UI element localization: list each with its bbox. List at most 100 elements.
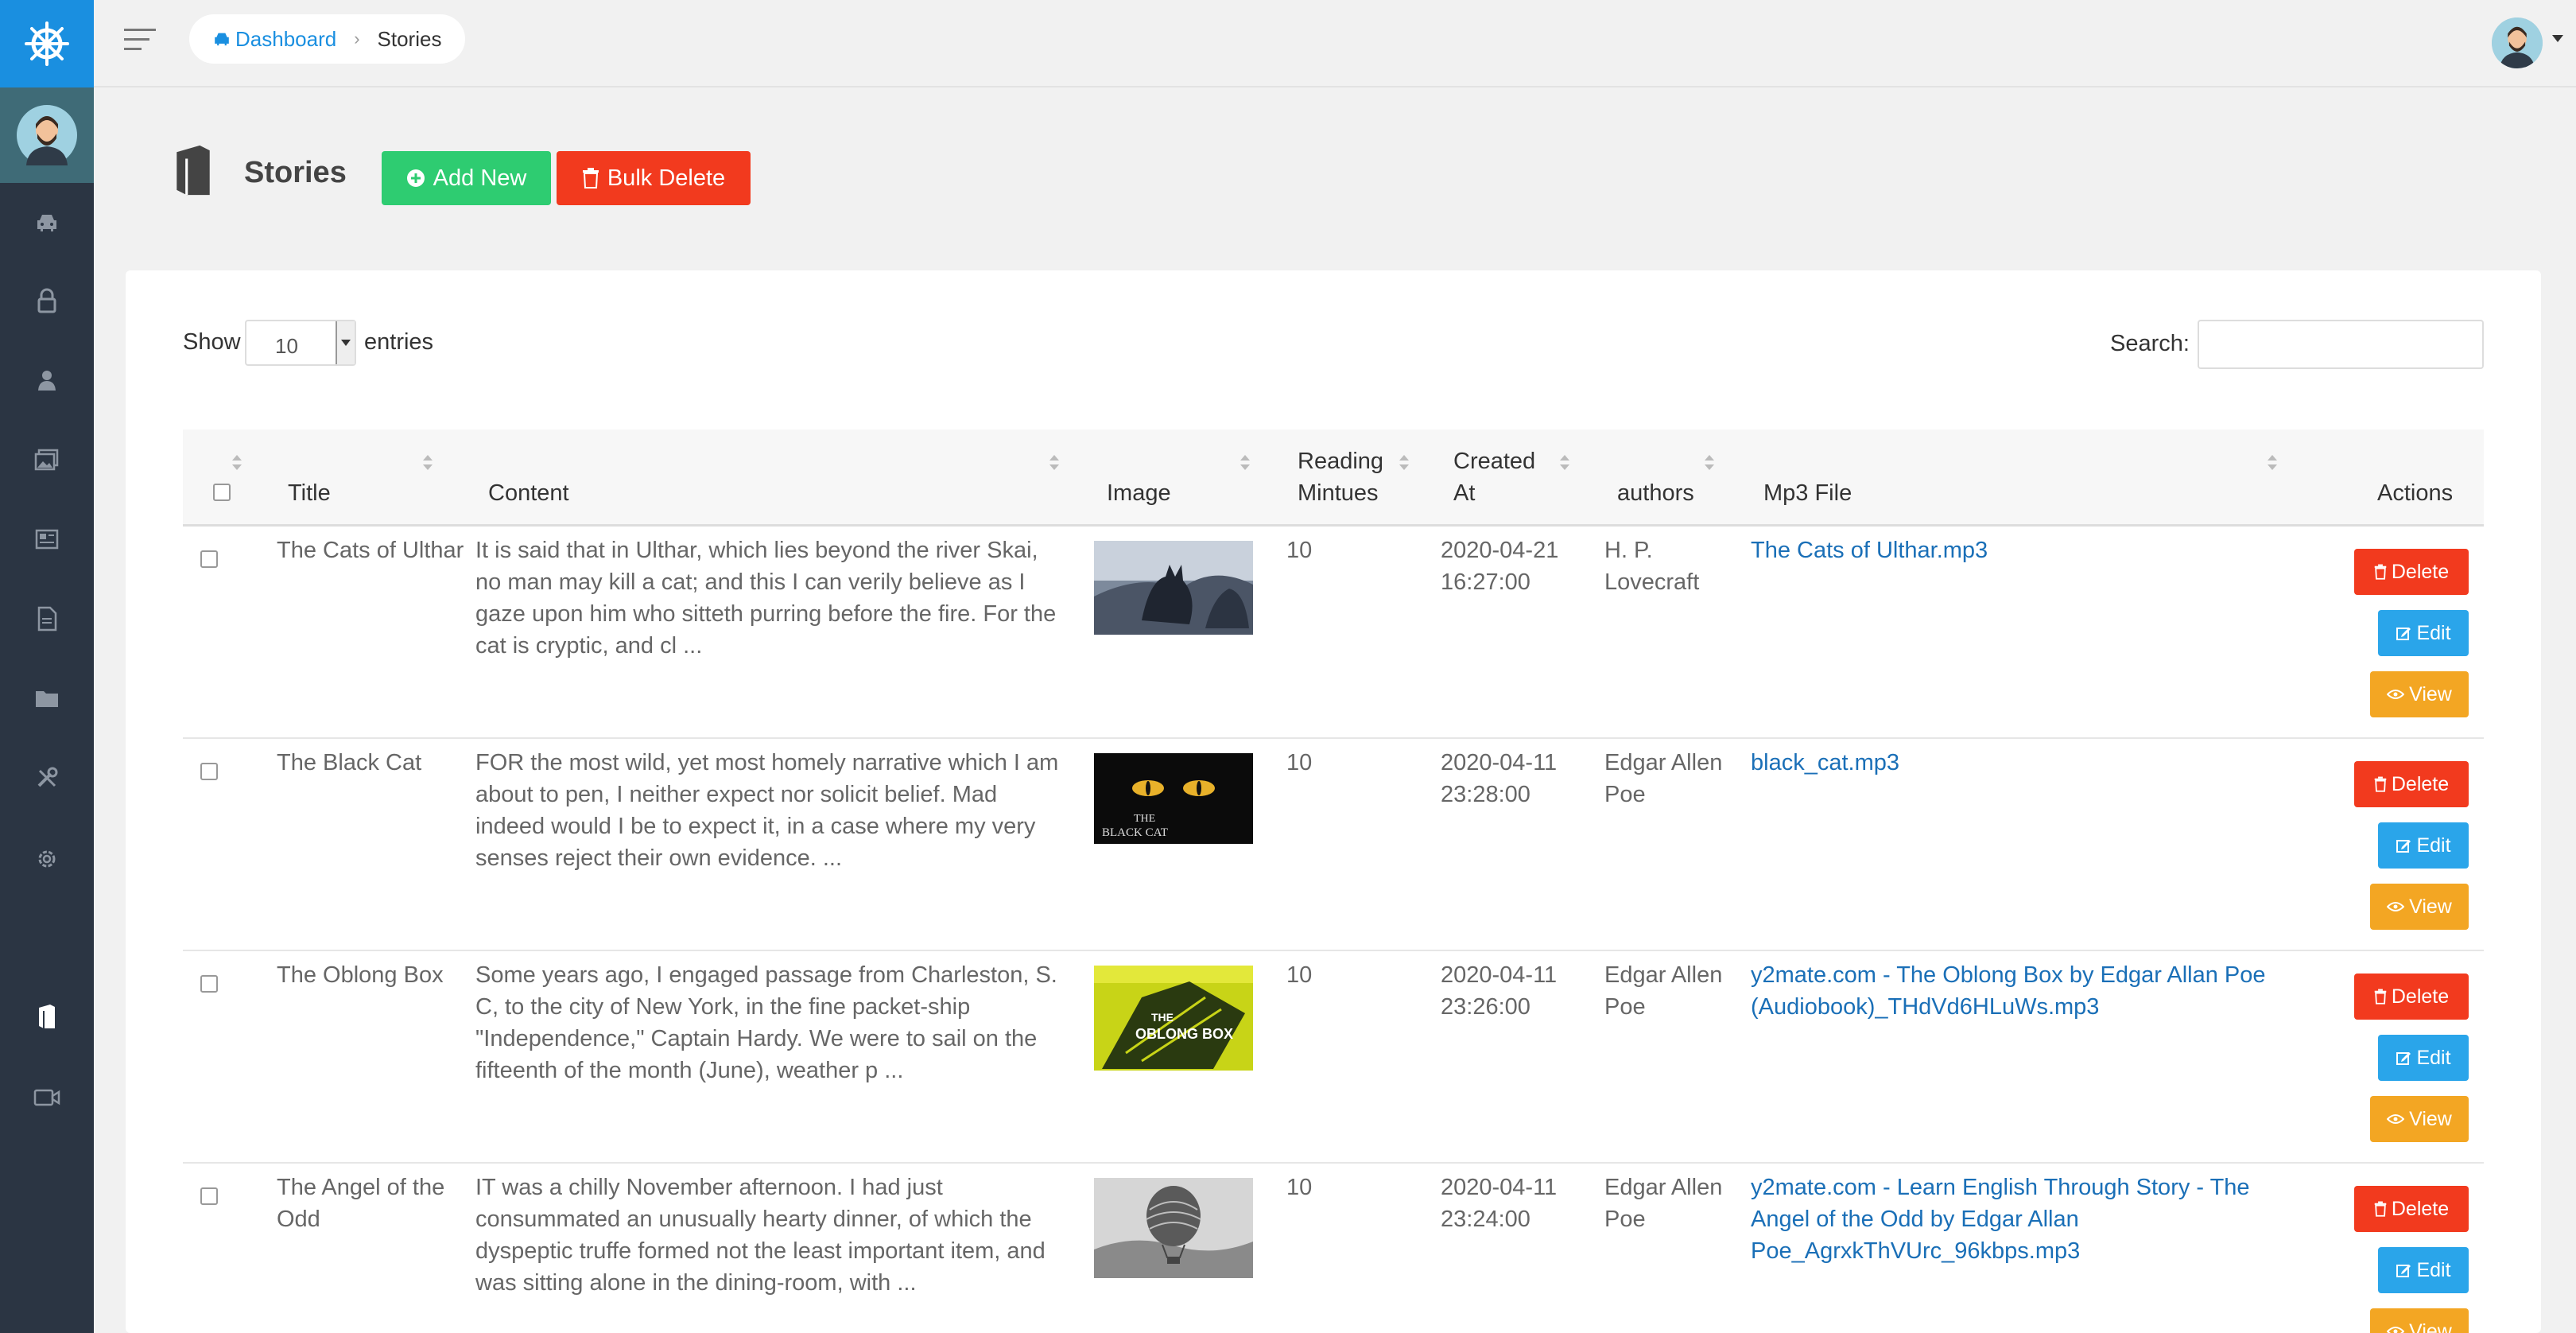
- eye-icon: [2387, 1327, 2405, 1333]
- row-thumbnail: [1094, 541, 1253, 635]
- edit-button[interactable]: Edit: [2378, 822, 2469, 869]
- sidebar-item-videos[interactable]: [0, 1074, 94, 1121]
- sort-icon[interactable]: [1560, 455, 1571, 472]
- top-header: Dashboard › Stories: [94, 0, 2576, 87]
- row-mp3-link[interactable]: y2mate.com - The Oblong Box by Edgar All…: [1751, 959, 2307, 1023]
- delete-button[interactable]: Delete: [2354, 761, 2469, 807]
- edit-icon: [2396, 840, 2411, 853]
- row-checkbox[interactable]: [200, 550, 218, 568]
- view-button[interactable]: View: [2370, 671, 2469, 717]
- search-label: Search:: [2110, 331, 2190, 356]
- add-new-button[interactable]: Add New: [382, 151, 551, 205]
- sidebar-item-gallery[interactable]: [0, 436, 94, 484]
- row-title: The Angel of the Odd: [277, 1175, 445, 1232]
- lock-icon: [37, 288, 56, 313]
- page-title: Stories: [244, 156, 347, 189]
- view-label: View: [2409, 895, 2452, 918]
- sidebar-item-categories[interactable]: [0, 674, 94, 722]
- delete-button[interactable]: Delete: [2354, 974, 2469, 1020]
- delete-button[interactable]: Delete: [2354, 1186, 2469, 1232]
- edit-icon: [2396, 1052, 2411, 1065]
- book-icon: [39, 1005, 55, 1028]
- edit-label: Edit: [2416, 1258, 2451, 1281]
- row-created-date: 2020-04-11: [1441, 962, 1558, 988]
- sort-icon[interactable]: [1240, 455, 1251, 472]
- sidebar-item-stories[interactable]: [0, 993, 94, 1040]
- sidebar-item-settings[interactable]: [0, 835, 94, 883]
- sidebar-item-pages[interactable]: [0, 595, 94, 643]
- sidebar-item-dashboard[interactable]: [0, 199, 94, 247]
- sort-icon[interactable]: [232, 455, 243, 472]
- sidebar-user-avatar[interactable]: [0, 87, 94, 183]
- avatar: [2492, 17, 2543, 68]
- col-content[interactable]: Content: [488, 477, 569, 509]
- trash-icon: [2374, 1201, 2387, 1217]
- sort-icon[interactable]: [1049, 455, 1061, 472]
- entries-select[interactable]: 10: [245, 320, 356, 366]
- logo[interactable]: [0, 0, 94, 87]
- view-button[interactable]: View: [2370, 884, 2469, 930]
- col-image[interactable]: Image: [1107, 477, 1171, 509]
- row-author: Edgar Allen Poe: [1604, 750, 1723, 807]
- view-button[interactable]: View: [2370, 1308, 2469, 1333]
- row-created-date: 2020-04-21: [1441, 538, 1559, 563]
- plus-circle-icon: [406, 169, 425, 187]
- sidebar-item-security[interactable]: [0, 277, 94, 325]
- col-reading-line2[interactable]: Mintues: [1298, 477, 1379, 509]
- row-title: The Black Cat: [277, 750, 422, 775]
- menu-toggle-icon[interactable]: [124, 27, 159, 52]
- edit-button[interactable]: Edit: [2378, 1247, 2469, 1293]
- row-reading-minutes: 10: [1286, 962, 1313, 988]
- col-title[interactable]: Title: [288, 477, 331, 509]
- row-content: It is said that in Ulthar, which lies be…: [475, 538, 1057, 659]
- car-icon: [37, 215, 56, 231]
- row-mp3-link[interactable]: The Cats of Ulthar.mp3: [1751, 534, 2307, 566]
- col-created-line2[interactable]: At: [1453, 477, 1475, 509]
- trash-icon: [2374, 989, 2387, 1005]
- col-reading-line1[interactable]: Reading: [1298, 445, 1383, 477]
- view-button[interactable]: View: [2370, 1096, 2469, 1142]
- row-reading-minutes: 10: [1286, 538, 1313, 563]
- row-mp3-link[interactable]: y2mate.com - Learn English Through Story…: [1751, 1172, 2307, 1267]
- thumbnail-caption: THE: [1134, 813, 1155, 825]
- header-user-avatar[interactable]: [2492, 17, 2543, 68]
- row-checkbox[interactable]: [200, 763, 218, 780]
- row-created-at: 2020-04-11 23:28:00: [1441, 747, 1576, 810]
- row-title: The Cats of Ulthar: [277, 538, 464, 563]
- ship-wheel-icon: [25, 21, 69, 66]
- breadcrumb-dashboard-link[interactable]: Dashboard: [235, 27, 336, 52]
- sidebar-item-tools[interactable]: [0, 754, 94, 802]
- bulk-delete-button[interactable]: Bulk Delete: [557, 151, 751, 205]
- row-created-date: 2020-04-11: [1441, 750, 1558, 775]
- col-created-line1[interactable]: Created: [1453, 445, 1535, 477]
- sort-icon[interactable]: [1399, 455, 1410, 472]
- user-menu-caret-icon[interactable]: [2552, 35, 2563, 42]
- trash-icon: [2374, 564, 2387, 580]
- row-created-date: 2020-04-11: [1441, 1175, 1558, 1200]
- row-content: FOR the most wild, yet most homely narra…: [475, 750, 1059, 871]
- edit-label: Edit: [2416, 834, 2451, 857]
- edit-button[interactable]: Edit: [2378, 610, 2469, 656]
- table-row: The Black Cat FOR the most wild, yet mos…: [183, 739, 2484, 951]
- edit-button[interactable]: Edit: [2378, 1035, 2469, 1081]
- col-authors[interactable]: authors: [1617, 477, 1694, 509]
- delete-button[interactable]: Delete: [2354, 549, 2469, 595]
- select-all-checkbox[interactable]: [213, 484, 231, 501]
- sidebar-item-users[interactable]: [0, 356, 94, 404]
- view-label: View: [2409, 682, 2452, 705]
- row-content: IT was a chilly November afternoon. I ha…: [475, 1175, 1046, 1296]
- bulk-delete-label: Bulk Delete: [607, 165, 726, 191]
- sort-icon[interactable]: [1705, 455, 1716, 472]
- thumbnail-caption: THE: [1151, 1011, 1174, 1024]
- search-input[interactable]: [2198, 320, 2484, 369]
- row-checkbox[interactable]: [200, 975, 218, 993]
- row-checkbox[interactable]: [200, 1187, 218, 1205]
- table-row: The Cats of Ulthar It is said that in Ul…: [183, 527, 2484, 739]
- row-mp3-link[interactable]: black_cat.mp3: [1751, 747, 2307, 779]
- sort-icon[interactable]: [2268, 455, 2279, 472]
- folder-icon: [36, 691, 58, 707]
- sort-icon[interactable]: [423, 455, 434, 472]
- sidebar-item-news[interactable]: [0, 515, 94, 563]
- col-mp3[interactable]: Mp3 File: [1763, 477, 1852, 509]
- row-title: The Oblong Box: [277, 962, 444, 988]
